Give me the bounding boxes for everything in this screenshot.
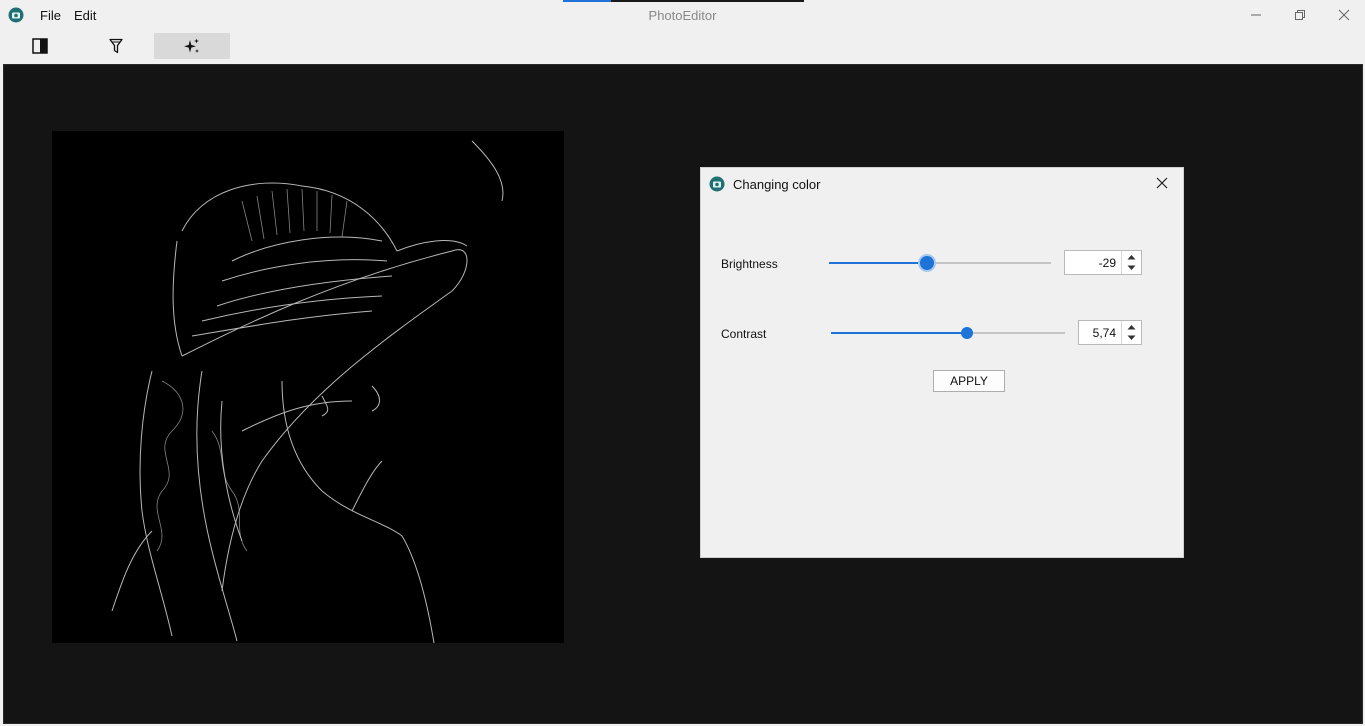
spin-up-button[interactable] [1122,251,1141,262]
effects-button[interactable] [154,33,230,59]
edge-detected-photo-image [52,131,564,643]
filter-button[interactable] [78,33,154,59]
spin-down-button[interactable] [1122,332,1141,343]
contrast-spinbox[interactable]: 5,74 [1078,320,1142,345]
apply-button[interactable]: APPLY [933,370,1005,392]
minimize-button[interactable] [1234,0,1278,30]
contrast-label: Contrast [721,327,767,341]
slider-fill [831,332,967,334]
dialog-title: Changing color [733,177,821,192]
title-bar: File Edit PhotoEditor [0,0,1365,31]
minimize-icon [1251,14,1261,16]
changing-color-dialog: Changing color Brightness -29 Contrast 5… [700,167,1184,558]
brightness-slider[interactable] [829,256,1051,270]
contrast-value[interactable]: 5,74 [1081,326,1119,340]
close-icon [1156,177,1168,189]
dialog-close-button[interactable] [1149,172,1175,194]
brightness-value[interactable]: -29 [1067,256,1119,270]
camera-app-icon [709,176,725,192]
toolbar [0,31,1365,62]
title-progress-fill [563,0,612,2]
split-view-icon [32,38,48,54]
slider-thumb[interactable] [919,256,934,270]
title-progress-bar [563,0,804,2]
filter-icon [109,38,123,54]
chevron-up-icon [1127,324,1136,329]
slider-thumb[interactable] [960,327,973,339]
sparkle-effects-icon [184,38,199,53]
slider-fill [829,262,927,264]
brightness-label: Brightness [721,257,778,271]
window-title: PhotoEditor [648,8,717,23]
spin-up-button[interactable] [1122,321,1141,332]
close-icon [1338,9,1350,21]
chevron-up-icon [1127,254,1136,259]
restore-icon [1295,10,1305,20]
chevron-down-icon [1127,335,1136,340]
spin-arrows [1121,251,1141,274]
split-view-button[interactable] [2,33,78,59]
photoeditor-window: File Edit PhotoEditor Changing color Bri… [0,0,1365,726]
restore-button[interactable] [1278,0,1322,30]
chevron-down-icon [1127,265,1136,270]
brightness-spinbox[interactable]: -29 [1064,250,1142,275]
spin-down-button[interactable] [1122,262,1141,273]
contrast-slider[interactable] [831,326,1065,340]
edited-photo [52,131,564,643]
spin-arrows [1121,321,1141,344]
close-window-button[interactable] [1322,0,1365,30]
